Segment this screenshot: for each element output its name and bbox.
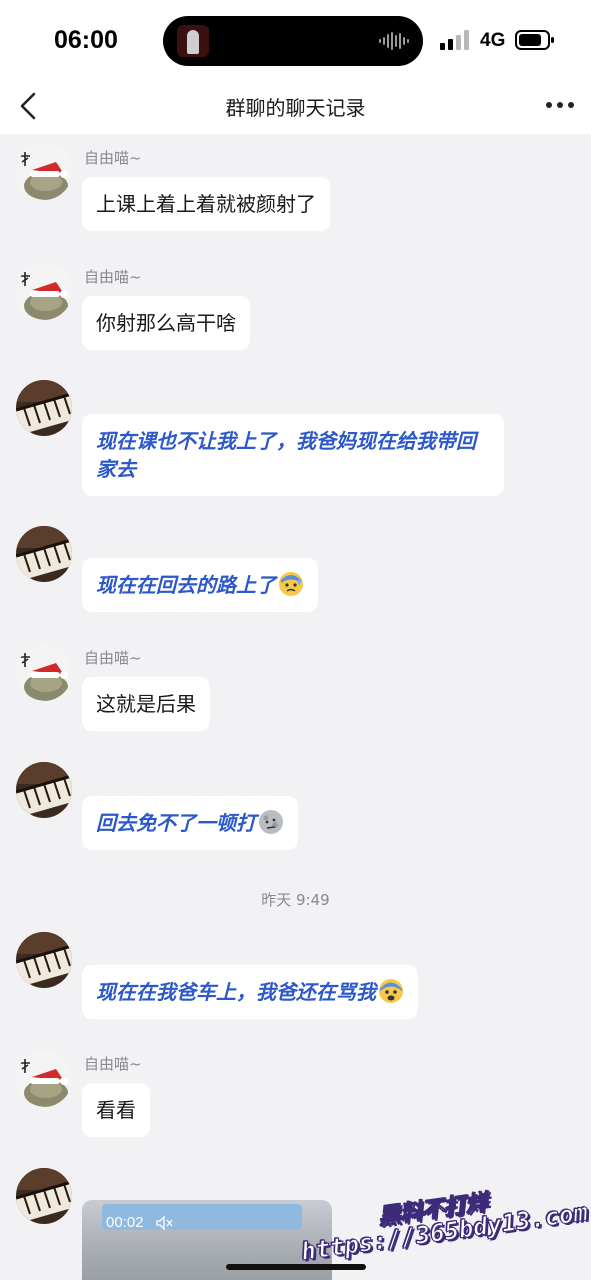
piano-avatar[interactable] [16,526,72,582]
timestamp-divider: 昨天 9:49 [261,891,330,909]
message-bubble[interactable]: 现在课也不让我上了，我爸妈现在给我带回家去 [82,414,504,496]
piano-avatar[interactable] [16,380,72,436]
message-bubble[interactable]: 看看 [82,1083,150,1137]
sender-name: 自由喵~ [84,649,142,667]
more-dots-icon[interactable] [540,90,580,120]
message-bubble[interactable]: 回去免不了一顿打 [82,796,298,850]
message-bubble[interactable]: 你射那么高干啥 [82,296,250,350]
page-title: 群聊的聊天记录 [225,96,366,120]
message-text: 现在在回去的路上了 [96,573,276,597]
dynamic-island[interactable] [163,16,423,66]
message-bubble[interactable]: 这就是后果 [82,677,210,731]
waveform-icon [379,32,409,50]
message-bubble[interactable]: 上课上着上着就被颜射了 [82,177,330,231]
cat-santa-hat-avatar[interactable] [16,264,72,320]
sender-name: 自由喵~ [84,1055,142,1073]
fearful-face-emoji [379,979,403,1003]
message-text: 现在在我爸车上，我爸还在骂我 [96,980,376,1004]
anxious-sweat-emoji [279,572,303,596]
moon-face-emoji [259,810,283,834]
piano-avatar[interactable] [16,762,72,818]
sender-name: 自由喵~ [84,149,142,167]
home-indicator[interactable] [226,1264,366,1270]
cat-santa-hat-avatar[interactable] [16,144,72,200]
message-bubble[interactable]: 现在在我爸车上，我爸还在骂我 [82,965,418,1019]
piano-avatar[interactable] [16,1168,72,1224]
network-type: 4G [480,30,506,51]
message-text: 回去免不了一顿打 [96,811,256,835]
status-time: 06:00 [54,26,118,54]
piano-avatar[interactable] [16,932,72,988]
cat-santa-hat-avatar[interactable] [16,645,72,701]
cat-santa-hat-avatar[interactable] [16,1051,72,1107]
nav-bar: 群聊的聊天记录 [0,80,591,134]
sender-name: 自由喵~ [84,268,142,286]
status-bar: 06:00 4G [0,0,591,80]
muted-speaker-icon[interactable] [156,1216,174,1230]
signal-icon [440,30,469,50]
battery-icon [515,30,554,50]
now-playing-art [177,25,209,57]
message-bubble[interactable]: 现在在回去的路上了 [82,558,318,612]
video-duration: 00:02 [106,1214,144,1231]
